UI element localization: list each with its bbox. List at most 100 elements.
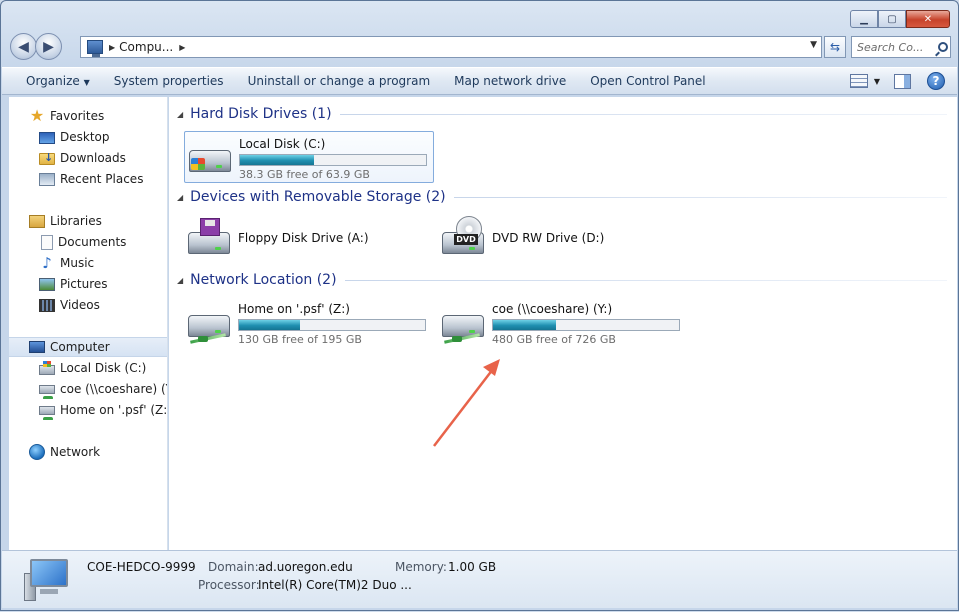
nav-videos[interactable]: Videos [9,295,167,315]
nav-label: Music [60,256,95,270]
windows-logo-icon [191,158,205,170]
system-properties-button[interactable]: System properties [102,74,236,88]
memory-value: 1.00 GB [448,560,497,574]
drive-free-space: 480 GB free of 726 GB [492,333,616,346]
nav-label: Local Disk (C:) [60,361,147,375]
chevron-down-icon: ▼ [83,78,90,87]
libraries-icon [29,214,45,228]
capacity-bar [492,319,680,331]
address-bar[interactable]: ▶ Compu... ▶ ▼ [80,36,822,58]
nav-local-disk[interactable]: Local Disk (C:) [9,358,167,378]
group-divider [453,196,947,198]
refresh-icon: ⇆ [829,40,841,54]
computer-name: COE-HEDCO-9999 [87,560,196,574]
collapse-arrow-icon[interactable]: ◢ [177,110,183,119]
computer-icon [87,40,103,57]
breadcrumb-chevron-icon[interactable]: ▶ [179,43,185,52]
map-network-drive-button[interactable]: Map network drive [442,74,578,88]
nav-desktop[interactable]: Desktop [9,127,167,147]
drive-name: coe (\\coeshare) (Y:) [492,302,613,316]
group-title: Devices with Removable Storage (2) [190,189,446,205]
view-options-dropdown-icon[interactable]: ▼ [874,77,880,86]
forward-button[interactable]: ▶ [35,33,62,60]
forward-arrow-icon: ▶ [43,38,54,55]
breadcrumb-chevron-icon[interactable]: ▶ [109,43,115,52]
nav-downloads[interactable]: Downloads [9,148,167,168]
drive-free-space: 130 GB free of 195 GB [238,333,362,346]
group-divider [344,279,947,281]
nav-favorites[interactable]: ★ Favorites [9,106,167,126]
preview-pane-icon[interactable] [894,73,911,89]
film-strip-icon [39,298,55,312]
nav-label: coe (\\coeshare) (Y:) [60,382,167,396]
back-arrow-icon: ◀ [18,38,29,55]
nav-libraries[interactable]: Libraries [9,211,167,231]
local-disk-icon [39,361,55,375]
collapse-arrow-icon[interactable]: ◢ [177,193,183,202]
nav-label: Downloads [60,151,126,165]
hard-disk-icon [187,134,235,182]
group-title: Network Location (2) [190,272,337,288]
star-icon: ★ [29,106,45,125]
uninstall-program-button[interactable]: Uninstall or change a program [236,74,443,88]
drive-name: DVD RW Drive (D:) [492,231,605,245]
group-hard-disk-drives[interactable]: ◢ Hard Disk Drives (1) [177,106,947,122]
drive-tile-d[interactable]: DVD DVD RW Drive (D:) [438,214,688,266]
caption-buttons: ▁ ▢ ✕ [850,10,950,28]
drive-name: Local Disk (C:) [239,137,326,151]
details-pane: COE-HEDCO-9999 Domain: ad.uoregon.edu Me… [2,550,957,608]
computer-icon [24,559,72,603]
change-view-icon[interactable] [849,74,868,88]
nav-label: Videos [60,298,100,312]
search-icon[interactable] [938,42,948,52]
collapse-arrow-icon[interactable]: ◢ [177,276,183,285]
address-dropdown-icon[interactable]: ▼ [810,40,817,50]
minimize-button[interactable]: ▁ [850,10,878,28]
pictures-icon [39,277,55,291]
content-pane: ◢ Hard Disk Drives (1) Local Disk (C:) 3… [169,97,957,550]
dvd-drive-icon: DVD [440,216,488,264]
help-icon[interactable]: ? [927,72,945,90]
nav-computer[interactable]: Computer [9,337,167,357]
nav-documents[interactable]: Documents [9,232,167,252]
drive-tile-z[interactable]: Home on '.psf' (Z:) 130 GB free of 195 G… [184,297,434,349]
nav-coe-share[interactable]: coe (\\coeshare) (Y:) [9,379,167,399]
drive-name: Floppy Disk Drive (A:) [238,231,369,245]
maximize-button[interactable]: ▢ [878,10,906,28]
group-network-location[interactable]: ◢ Network Location (2) [177,272,947,288]
downloads-folder-icon [39,151,55,165]
computer-icon [29,341,45,353]
drive-tile-a[interactable]: Floppy Disk Drive (A:) [184,214,434,266]
drive-tile-c[interactable]: Local Disk (C:) 38.3 GB free of 63.9 GB [184,131,434,183]
nav-pictures[interactable]: Pictures [9,274,167,294]
capacity-bar [238,319,426,331]
nav-label: Home on '.psf' (Z:) [60,403,167,417]
capacity-bar [239,154,427,166]
processor-value: Intel(R) Core(TM)2 Duo ... [258,578,412,592]
nav-network[interactable]: Network [9,442,167,462]
network-drive-icon [39,405,55,420]
memory-label: Memory: [395,560,447,574]
open-control-panel-button[interactable]: Open Control Panel [578,74,717,88]
refresh-button[interactable]: ⇆ [824,36,846,58]
search-box[interactable] [851,36,951,58]
nav-recent-places[interactable]: Recent Places [9,169,167,189]
command-bar: Organize ▼ System properties Uninstall o… [2,67,957,95]
network-globe-icon [29,444,45,460]
organize-button[interactable]: Organize ▼ [2,74,102,88]
breadcrumb[interactable]: Compu... [119,40,173,54]
drive-tile-y[interactable]: coe (\\coeshare) (Y:) 480 GB free of 726… [438,297,688,349]
desktop-icon [39,132,55,144]
search-input[interactable] [857,40,935,54]
nav-music[interactable]: ♪ Music [9,253,167,273]
explorer-window: ▁ ▢ ✕ ◀ ▶ ▶ Compu... ▶ ▼ ⇆ Organize ▼ Sy… [0,0,959,611]
organize-label: Organize [26,74,80,88]
nav-label: Desktop [60,130,110,144]
toolbar-right: ▼ ? [849,72,945,90]
network-drive-icon [39,384,55,399]
nav-label: Pictures [60,277,108,291]
nav-home-psf[interactable]: Home on '.psf' (Z:) [9,400,167,420]
back-button[interactable]: ◀ [10,33,37,60]
close-button[interactable]: ✕ [906,10,950,28]
group-removable-storage[interactable]: ◢ Devices with Removable Storage (2) [177,189,947,205]
